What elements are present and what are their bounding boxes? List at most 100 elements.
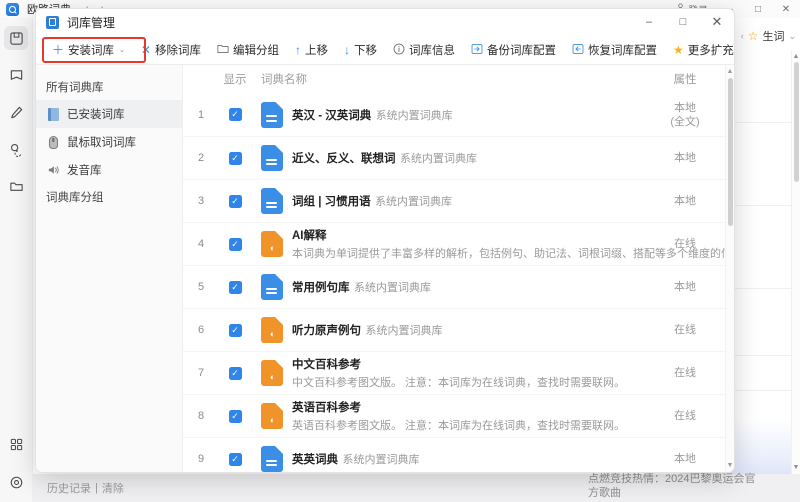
- dialog-sidebar: 所有词典库 已安装词库 鼠标取词词库 发音库 词典库分组: [36, 65, 183, 472]
- row-attr-cell: 在线: [649, 366, 721, 380]
- table-row[interactable]: 7 ✓ ◐ 中文百科参考 中文百科参考图文版。 注意：本词库为在线词典，查找时需…: [183, 351, 725, 394]
- row-show-cell[interactable]: ✓: [215, 151, 255, 165]
- rail-item-review[interactable]: [4, 137, 28, 161]
- host-maximize-button[interactable]: □: [744, 0, 772, 18]
- install-dictionary-button[interactable]: ＋ 安装词库 ⌄: [44, 39, 133, 61]
- backup-config-button[interactable]: 备份词库配置: [463, 39, 564, 61]
- history-link[interactable]: 历史记录: [47, 480, 91, 496]
- clear-link[interactable]: 清除: [102, 480, 124, 496]
- row-show-cell[interactable]: ✓: [215, 108, 255, 121]
- dictionary-title: 近义、反义、联想词: [292, 153, 396, 165]
- rail-item-pen[interactable]: [4, 100, 28, 124]
- row-attr-cell: 在线: [649, 237, 721, 251]
- scrollbar-thumb[interactable]: [793, 62, 799, 182]
- scroll-up-arrow-icon[interactable]: ▲: [727, 68, 734, 75]
- row-show-cell[interactable]: ✓: [215, 280, 255, 294]
- dialog-maximize-button[interactable]: □: [666, 9, 700, 35]
- header-attr: 属性: [673, 74, 697, 86]
- sidebar-item-installed-dictionaries[interactable]: 已安装词库: [36, 100, 182, 128]
- scroll-down-arrow-icon[interactable]: ▼: [727, 462, 734, 469]
- dictionary-title: 英语百科参考: [292, 402, 361, 414]
- row-attr-cell: 本地: [649, 452, 721, 466]
- attr-primary: 在线: [674, 324, 696, 336]
- show-checkbox[interactable]: ✓: [228, 151, 242, 165]
- sidebar-item-mouse-lookup-dictionaries[interactable]: 鼠标取词词库: [36, 128, 182, 156]
- show-checkbox[interactable]: ✓: [228, 194, 242, 208]
- row-name-cell: 词组 | 习惯用语 系统内置词典库: [255, 188, 649, 214]
- edit-group-button[interactable]: 编辑分组: [209, 39, 287, 61]
- scroll-down-arrow-icon[interactable]: ▼: [793, 464, 800, 471]
- rail-item-folder[interactable]: [4, 174, 28, 198]
- dialog-toolbar: ＋ 安装词库 ⌄ ✕ 移除词库 编辑分组 ↑ 上移 ↓ 下移 词库信息 备份词库…: [36, 35, 734, 65]
- dictionary-info-button[interactable]: 词库信息: [385, 39, 463, 61]
- dialog-close-button[interactable]: ✕: [700, 9, 734, 35]
- dialog-minimize-button[interactable]: –: [632, 9, 666, 35]
- row-name-cell: 英汉 - 汉英词典 系统内置词典库: [255, 101, 649, 128]
- show-checkbox[interactable]: ✓: [228, 409, 242, 423]
- show-checkbox[interactable]: ✓: [228, 366, 242, 380]
- document-icon: [261, 274, 283, 300]
- row-name-cell: ◐ 听力原声例句 系统内置词典库: [255, 317, 649, 343]
- close-x-icon: ✕: [140, 42, 151, 57]
- table-row[interactable]: 6 ✓ ◐ 听力原声例句 系统内置词典库 在线: [183, 308, 725, 351]
- rail-item-dictionary[interactable]: [4, 26, 28, 50]
- wordbook-button-label[interactable]: 生词: [762, 28, 784, 44]
- row-show-cell[interactable]: ✓: [215, 194, 255, 208]
- scrollbar-thumb[interactable]: [727, 78, 733, 226]
- show-checkbox[interactable]: ✓: [228, 280, 242, 294]
- more-dictionaries-button[interactable]: ★ 更多扩充词库: [665, 39, 734, 61]
- row-show-cell[interactable]: ✓: [215, 452, 255, 466]
- row-show-cell[interactable]: ✓: [215, 409, 255, 423]
- attr-primary: 本地: [674, 101, 696, 114]
- apps-grid-icon[interactable]: [4, 432, 28, 456]
- table-row[interactable]: 8 ✓ ◐ 英语百科参考 英语百科参考图文版。 注意：本词库为在线词典，查找时需…: [183, 394, 725, 437]
- row-show-cell[interactable]: ✓: [215, 366, 255, 380]
- host-statusbar: 历史记录 | 清除 点燃竞技热情：2024巴黎奥运会官 方歌曲: [33, 472, 800, 502]
- settings-icon[interactable]: [4, 470, 28, 494]
- table-row[interactable]: 3 ✓ 词组 | 习惯用语 系统内置词典库 本地: [183, 179, 725, 222]
- show-checkbox[interactable]: ✓: [228, 108, 242, 121]
- status-now-playing[interactable]: 点燃竞技热情：2024巴黎奥运会官 方歌曲: [588, 472, 788, 500]
- row-index: 2: [197, 152, 205, 164]
- show-checkbox[interactable]: ✓: [228, 237, 242, 251]
- table-row[interactable]: 4 ✓ ◐ AI解释 本词典为单词提供了丰富多样的解析，包括例句、助记法、词根词…: [183, 222, 725, 265]
- show-checkbox[interactable]: ✓: [228, 323, 242, 337]
- move-down-button[interactable]: ↓ 下移: [336, 39, 385, 61]
- dialog-title: 词库管理: [67, 15, 116, 30]
- table-row[interactable]: 2 ✓ 近义、反义、联想词 系统内置词典库 本地: [183, 136, 725, 179]
- row-show-cell[interactable]: ✓: [215, 237, 255, 251]
- row-show-cell[interactable]: ✓: [215, 323, 255, 337]
- move-up-button[interactable]: ↑ 上移: [287, 39, 336, 61]
- more-dictionaries-label: 更多扩充词库: [687, 44, 734, 57]
- row-index: 5: [197, 281, 205, 293]
- table-row[interactable]: 9 ✓ 英英词典 系统内置词典库 本地: [183, 437, 725, 472]
- row-index: 7: [197, 367, 205, 379]
- remove-dictionary-label: 移除词库: [154, 44, 201, 57]
- host-scrollbar[interactable]: ▲ ▼: [791, 50, 800, 474]
- sidebar-item-pronunciation-library[interactable]: 发音库: [36, 156, 182, 184]
- table-row[interactable]: 5 ✓ 常用例句库 系统内置词典库 本地: [183, 265, 725, 308]
- dialog-window-controls: – □ ✕: [632, 9, 734, 35]
- chevron-down-icon[interactable]: ⌄: [119, 46, 125, 54]
- edit-group-label: 编辑分组: [232, 44, 279, 57]
- row-name-cell: 近义、反义、联想词 系统内置词典库: [255, 145, 649, 171]
- dialog-scrollbar[interactable]: ▲ ▼: [725, 65, 734, 472]
- restore-config-button[interactable]: 恢复词库配置: [564, 39, 665, 61]
- remove-dictionary-button[interactable]: ✕ 移除词库: [133, 39, 209, 61]
- table-row[interactable]: 1 ✓ 英汉 - 汉英词典 系统内置词典库 本地 (全文): [183, 93, 725, 136]
- status-separator: |: [95, 482, 98, 494]
- dictionary-subtitle: 系统内置词典库: [365, 325, 443, 337]
- chevron-down-icon[interactable]: ⌄: [788, 31, 796, 42]
- attr-primary: 本地: [674, 281, 696, 293]
- row-attr-cell: 本地: [649, 194, 721, 208]
- sidebar-item-label: 鼠标取词词库: [67, 137, 136, 149]
- dictionary-subtitle: 系统内置词典库: [399, 153, 477, 165]
- scroll-up-arrow-icon[interactable]: ▲: [793, 53, 800, 60]
- attr-secondary: (全文): [670, 115, 700, 128]
- host-close-button[interactable]: ✕: [772, 0, 800, 18]
- chevron-left-icon[interactable]: ‹: [741, 31, 744, 41]
- dictionary-subtitle: 系统内置词典库: [375, 196, 453, 208]
- show-checkbox[interactable]: ✓: [228, 452, 242, 466]
- dictionary-info-label: 词库信息: [408, 44, 455, 57]
- rail-item-book[interactable]: [4, 63, 28, 87]
